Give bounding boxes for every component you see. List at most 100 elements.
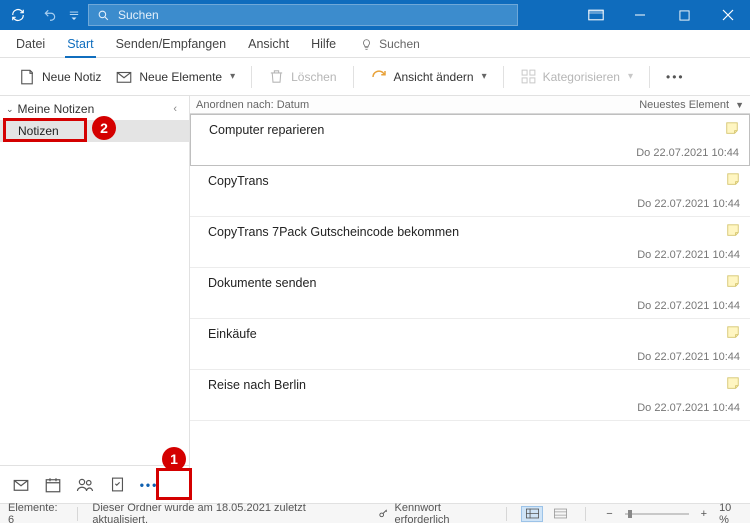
delete-button: Löschen xyxy=(264,65,340,88)
close-button[interactable] xyxy=(706,0,750,30)
separator xyxy=(649,66,650,88)
sticky-note-icon xyxy=(726,325,740,339)
my-notes-label: Meine Notizen xyxy=(18,102,95,116)
ribbon-display-icon[interactable] xyxy=(574,0,618,30)
note-title: CopyTrans xyxy=(208,174,740,188)
change-view-icon xyxy=(370,68,388,86)
view-normal-icon[interactable] xyxy=(521,506,543,522)
note-date: Do 22.07.2021 10:44 xyxy=(208,351,740,363)
tasks-icon[interactable] xyxy=(102,471,132,499)
status-bar: Elemente: 6 Dieser Ordner wurde am 18.05… xyxy=(0,503,750,523)
minimize-button[interactable] xyxy=(618,0,662,30)
zoom-slider[interactable] xyxy=(625,507,689,521)
note-title: Einkäufe xyxy=(208,327,740,341)
note-date: Do 22.07.2021 10:44 xyxy=(209,147,739,159)
categorize-icon xyxy=(520,68,537,85)
sort-chevron-icon[interactable]: ▼ xyxy=(735,100,744,110)
newest-label: Neuestes Element xyxy=(639,99,729,111)
menu-file[interactable]: Datei xyxy=(6,32,55,57)
nav-switcher: ••• xyxy=(0,465,189,503)
note-item[interactable]: Reise nach Berlin Do 22.07.2021 10:44 xyxy=(190,370,750,421)
sticky-note-icon xyxy=(726,274,740,288)
tell-me[interactable]: Suchen xyxy=(352,32,428,57)
chevron-down-icon: ▾ xyxy=(628,71,633,82)
menu-send-receive[interactable]: Senden/Empfangen xyxy=(106,32,237,57)
delete-label: Löschen xyxy=(291,70,336,84)
maximize-button[interactable] xyxy=(662,0,706,30)
sticky-note-icon xyxy=(726,223,740,237)
note-date: Do 22.07.2021 10:44 xyxy=(208,300,740,312)
zoom-value: 10 % xyxy=(719,502,742,526)
undo-icon[interactable] xyxy=(36,0,64,30)
separator xyxy=(251,66,252,88)
main-area: ⌄ Meine Notizen ‹ Notizen ••• xyxy=(0,96,750,503)
search-placeholder: Suchen xyxy=(118,8,159,22)
note-title: Reise nach Berlin xyxy=(208,378,740,392)
note-item[interactable]: CopyTrans Do 22.07.2021 10:44 xyxy=(190,166,750,217)
tell-me-label: Suchen xyxy=(379,37,420,51)
menu-bar: Datei Start Senden/Empfangen Ansicht Hil… xyxy=(0,30,750,58)
qat-more-icon[interactable] xyxy=(64,0,84,30)
new-items-icon xyxy=(115,68,133,86)
note-item[interactable]: Dokumente senden Do 22.07.2021 10:44 xyxy=(190,268,750,319)
ribbon: Neue Notiz Neue Elemente ▾ Löschen Ansic… xyxy=(0,58,750,96)
new-items-label: Neue Elemente xyxy=(139,70,222,84)
sticky-note-icon xyxy=(726,376,740,390)
zoom-control[interactable]: − + 10 % xyxy=(600,502,742,526)
caret-down-icon: ⌄ xyxy=(6,104,14,115)
new-items-button[interactable]: Neue Elemente ▾ xyxy=(111,65,239,89)
trash-icon xyxy=(268,68,285,85)
status-updated: Dieser Ordner wurde am 18.05.2021 zuletz… xyxy=(92,502,349,526)
sticky-note-icon xyxy=(726,172,740,186)
mail-icon[interactable] xyxy=(6,471,36,499)
sticky-note-icon xyxy=(725,121,739,135)
ribbon-more-button[interactable]: ••• xyxy=(662,67,689,87)
categorize-button: Kategorisieren ▾ xyxy=(516,65,637,88)
new-note-button[interactable]: Neue Notiz xyxy=(14,65,105,89)
categorize-label: Kategorisieren xyxy=(543,70,620,84)
people-icon[interactable] xyxy=(70,471,100,499)
chevron-down-icon: ▾ xyxy=(230,71,235,82)
arrange-by-label: Anordnen nach: Datum xyxy=(196,99,309,111)
ellipsis-icon: ••• xyxy=(140,478,159,492)
zoom-out-icon[interactable]: − xyxy=(600,508,618,520)
status-elements: Elemente: 6 xyxy=(8,502,63,526)
note-date: Do 22.07.2021 10:44 xyxy=(208,198,740,210)
collapse-icon[interactable]: ‹ xyxy=(173,103,181,115)
change-view-button[interactable]: Ansicht ändern ▾ xyxy=(366,65,491,89)
change-view-label: Ansicht ändern xyxy=(394,70,474,84)
note-item[interactable]: Einkäufe Do 22.07.2021 10:44 xyxy=(190,319,750,370)
refresh-icon[interactable] xyxy=(0,0,36,30)
separator xyxy=(353,66,354,88)
note-item[interactable]: Computer reparieren Do 22.07.2021 10:44 xyxy=(190,114,750,166)
ellipsis-icon: ••• xyxy=(666,70,685,84)
content-pane: Anordnen nach: Datum Neuestes Element ▼ … xyxy=(190,96,750,503)
folder-notes[interactable]: Notizen xyxy=(0,120,189,142)
view-reading-icon[interactable] xyxy=(549,506,571,522)
note-date: Do 22.07.2021 10:44 xyxy=(208,249,740,261)
note-title: CopyTrans 7Pack Gutscheincode bekommen xyxy=(208,225,740,239)
separator xyxy=(503,66,504,88)
status-password: Kennwort erforderlich xyxy=(395,502,493,526)
note-title: Computer reparieren xyxy=(209,123,739,137)
sort-header[interactable]: Anordnen nach: Datum Neuestes Element ▼ xyxy=(190,96,750,114)
note-title: Dokumente senden xyxy=(208,276,740,290)
new-note-icon xyxy=(18,68,36,86)
notes-list: Computer reparierenDo 22.07.2021 10:44Co… xyxy=(190,114,750,503)
nav-sidebar: ⌄ Meine Notizen ‹ Notizen ••• xyxy=(0,96,190,503)
zoom-in-icon[interactable]: + xyxy=(695,508,713,520)
key-icon xyxy=(378,508,389,519)
calendar-icon[interactable] xyxy=(38,471,68,499)
note-date: Do 22.07.2021 10:44 xyxy=(208,402,740,414)
chevron-down-icon: ▾ xyxy=(482,71,487,82)
lightbulb-icon xyxy=(360,38,373,51)
menu-view[interactable]: Ansicht xyxy=(238,32,299,57)
title-bar: Suchen xyxy=(0,0,750,30)
new-note-label: Neue Notiz xyxy=(42,70,101,84)
menu-help[interactable]: Hilfe xyxy=(301,32,346,57)
folders-header[interactable]: ⌄ Meine Notizen ‹ xyxy=(0,96,189,120)
search-box[interactable]: Suchen xyxy=(88,4,518,26)
note-item[interactable]: CopyTrans 7Pack Gutscheincode bekommen Do… xyxy=(190,217,750,268)
menu-start[interactable]: Start xyxy=(57,32,103,57)
nav-more-button[interactable]: ••• xyxy=(134,471,164,499)
